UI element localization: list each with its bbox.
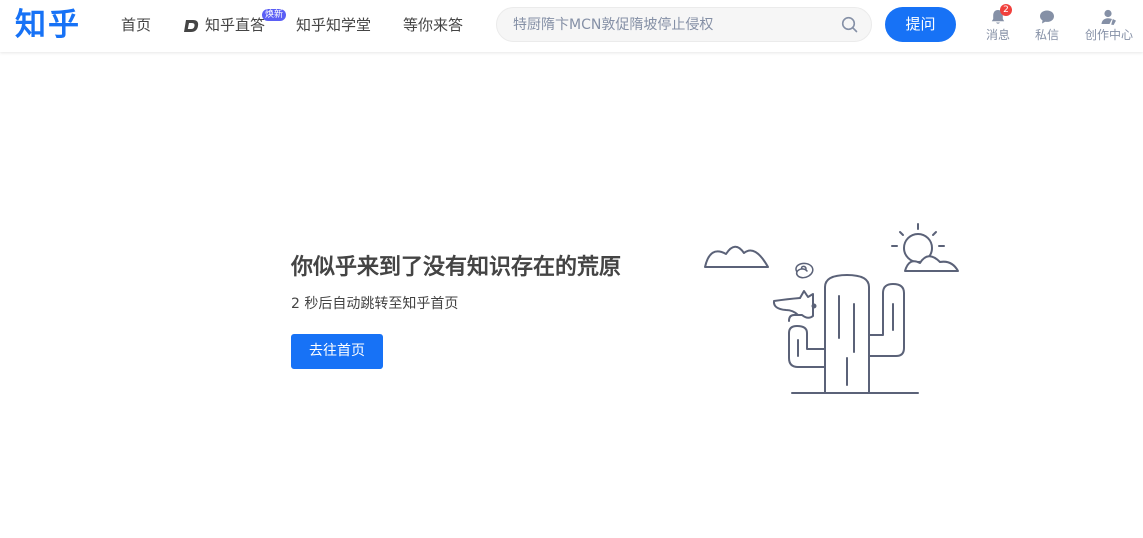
messages-label: 消息 [985,28,1010,42]
private-message-button[interactable]: 私信 [1022,8,1072,43]
private-message-label: 私信 [1034,28,1059,42]
top-header: 知乎 首页 知乎直答 焕新 知乎知学堂 等你来答 提问 2 消息 私信 [0,0,1143,52]
search-box[interactable] [496,7,872,42]
nav-xuetang[interactable]: 知乎知学堂 [296,15,371,35]
messages-count-badge: 2 [1000,4,1012,16]
messages-button[interactable]: 2 消息 [973,4,1023,43]
search-input[interactable] [513,16,833,34]
go-home-button[interactable]: 去往首页 [291,334,383,369]
creator-icon [1101,9,1116,25]
nav-home[interactable]: 首页 [121,15,151,35]
creator-center-label: 创作中心 [1084,28,1133,42]
zhida-icon [184,19,199,32]
new-badge: 焕新 [262,9,287,21]
cactus-illustration [704,223,959,394]
search-icon[interactable] [841,16,858,33]
error-title: 你似乎来到了没有知识存在的荒原 [291,255,622,280]
zhihu-logo[interactable]: 知乎 [15,7,81,43]
ask-question-button[interactable]: 提问 [885,7,956,42]
nav-zhida-label: 知乎直答 [205,16,266,34]
creator-center-button[interactable]: 创作中心 [1083,8,1135,43]
redirect-countdown: 2 秒后自动跳转至知乎首页 [291,296,459,312]
nav-zhida[interactable]: 知乎直答 焕新 [184,9,287,35]
chat-bubble-icon [1040,10,1054,24]
nav-waiting-answer[interactable]: 等你来答 [403,15,463,35]
